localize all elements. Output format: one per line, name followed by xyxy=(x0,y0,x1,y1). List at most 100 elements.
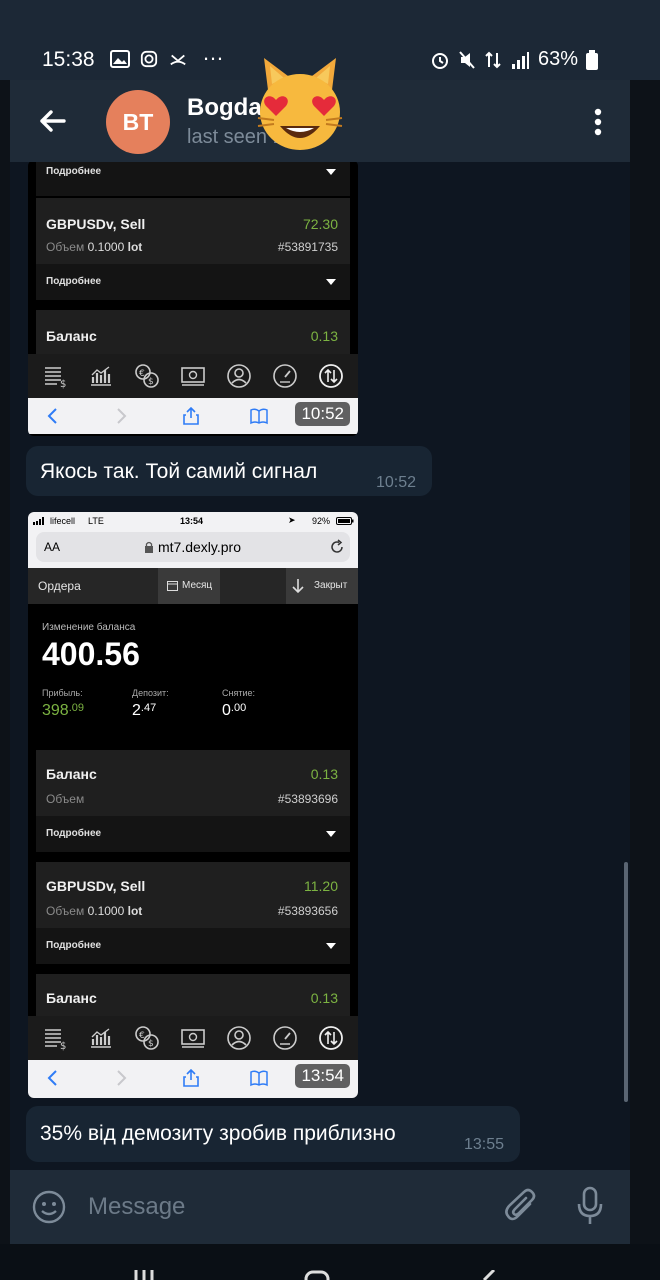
app-tab-bar: $ € $ xyxy=(28,1016,358,1060)
chevron-down-icon xyxy=(326,279,336,285)
status-notification-icons xyxy=(110,50,188,68)
volume-value: 0.1000 xyxy=(87,240,125,254)
deposit-label: Депозит: xyxy=(132,688,169,698)
account-icon[interactable] xyxy=(226,363,252,389)
emoji-icon[interactable] xyxy=(32,1190,66,1224)
speedometer-icon[interactable] xyxy=(272,363,298,389)
trade-card[interactable]: GBPUSDv, Sell 72.30 Объем 0.1000 lot #53… xyxy=(36,198,350,264)
chart-icon[interactable] xyxy=(88,363,114,389)
back-nav-icon[interactable] xyxy=(478,1270,498,1280)
details-label: Подробнее xyxy=(46,828,102,839)
reload-icon[interactable] xyxy=(330,539,344,554)
more-options-icon[interactable] xyxy=(594,108,602,136)
recent-apps-icon[interactable] xyxy=(132,1270,156,1280)
browser-forward-icon[interactable] xyxy=(112,1069,130,1087)
app-tab-bar: $ € $ xyxy=(28,354,358,398)
missed-call-icon xyxy=(170,54,186,66)
trade-id: #53893696 xyxy=(277,792,338,806)
balance-card[interactable]: Баланс 0.13 Объем #53893696 xyxy=(36,750,350,816)
ios-status-bar: lifecell LTE 13:54 ➤ 92% xyxy=(28,512,358,530)
chevron-down-icon xyxy=(326,169,336,175)
browser-back-icon[interactable] xyxy=(44,1069,62,1087)
cash-icon[interactable] xyxy=(180,363,206,389)
svg-text:$: $ xyxy=(60,379,66,389)
balance-value: 0.13 xyxy=(310,766,338,782)
attach-icon[interactable] xyxy=(504,1188,538,1226)
profit-value: 398.09 xyxy=(42,702,84,720)
details-row[interactable]: Подробнее xyxy=(36,816,350,852)
back-arrow-icon[interactable] xyxy=(36,104,70,138)
cash-icon[interactable] xyxy=(180,1025,206,1051)
trade-id: #53893656 xyxy=(277,904,338,918)
transfer-arrows-icon[interactable] xyxy=(318,1025,344,1051)
balance-card[interactable]: Баланс 0.13 xyxy=(36,974,350,1018)
balance-value: 0.13 xyxy=(310,990,338,1006)
quotes-list-icon[interactable]: $ xyxy=(42,363,68,389)
status-time: 15:38 xyxy=(42,48,95,71)
volume-unit: lot xyxy=(127,240,143,254)
mute-icon xyxy=(459,50,475,69)
scrollbar-thumb[interactable] xyxy=(624,862,628,1102)
volume-unit: lot xyxy=(127,904,143,918)
bookmarks-icon[interactable] xyxy=(250,1069,268,1087)
carrier-name: lifecell xyxy=(50,516,76,526)
signal-icon xyxy=(511,51,529,69)
system-navigation-bar xyxy=(0,1244,660,1280)
url-field[interactable]: AA mt7.dexly.pro xyxy=(36,532,350,562)
trade-card[interactable]: GBPUSDv, Sell 11.20 Объем 0.1000 lot #53… xyxy=(36,862,350,928)
message-input[interactable]: Message xyxy=(88,1193,185,1221)
browser-forward-icon[interactable] xyxy=(112,407,130,425)
period-label: Месяц xyxy=(182,580,213,591)
svg-text:$: $ xyxy=(148,377,154,387)
account-icon[interactable] xyxy=(226,1025,252,1051)
withdrawal-value: 0.00 xyxy=(222,702,246,720)
svg-text:€: € xyxy=(139,369,145,379)
message-text: Якось так. Той самий сигнал xyxy=(40,460,318,483)
trade-symbol: GBPUSDv, Sell xyxy=(46,878,146,894)
balance-title: Баланс xyxy=(46,766,97,782)
details-row[interactable]: Подробнее xyxy=(36,264,350,300)
message-time: 10:52 xyxy=(295,402,350,426)
closed-filter-button[interactable]: Закрыт xyxy=(286,568,358,604)
details-row[interactable]: Подробнее xyxy=(36,928,350,964)
share-icon[interactable] xyxy=(182,407,200,425)
exchange-icon[interactable]: €$ xyxy=(134,363,160,389)
message-text: 35% від демозиту зробив приблизно xyxy=(40,1122,396,1145)
period-filter-button[interactable]: Месяц xyxy=(158,568,220,604)
message-bubble-2[interactable]: 35% від демозиту зробив приблизно 13:55 xyxy=(26,1106,520,1162)
ios-time: 13:54 xyxy=(180,516,204,526)
quotes-list-icon[interactable]: $ xyxy=(42,1025,68,1051)
share-icon[interactable] xyxy=(182,1069,200,1087)
details-label: Подробнее xyxy=(46,276,102,287)
chat-messages[interactable]: Подробнее GBPUSDv, Sell 72.30 Объем 0.10… xyxy=(10,162,630,1170)
details-row[interactable]: Подробнее xyxy=(36,162,350,196)
exchange-icon[interactable]: €$ xyxy=(134,1025,160,1051)
message-composer: Message xyxy=(10,1170,630,1244)
reader-aa-button[interactable]: AA xyxy=(44,540,60,554)
heart-eyes-cat-emoji-icon xyxy=(257,58,343,150)
browser-back-icon[interactable] xyxy=(44,407,62,425)
status-more-dots: … xyxy=(202,40,226,65)
transfer-arrows-icon[interactable] xyxy=(318,363,344,389)
chart-icon[interactable] xyxy=(88,1025,114,1051)
browser-toolbar: 10:52 xyxy=(28,398,358,434)
volume-label: Объем xyxy=(46,240,85,254)
avatar[interactable]: BT xyxy=(106,90,170,154)
balance-change-value: 400.56 xyxy=(42,636,140,672)
balance-card[interactable]: Баланс 0.13 xyxy=(36,310,350,354)
speedometer-icon[interactable] xyxy=(272,1025,298,1051)
home-icon[interactable] xyxy=(304,1270,330,1280)
deposit-main: 2 xyxy=(132,702,141,719)
svg-text:€: € xyxy=(139,1031,145,1041)
location-icon: ➤ xyxy=(288,515,296,525)
balance-value: 0.13 xyxy=(310,328,338,344)
message-bubble-1[interactable]: Якось так. Той самий сигнал 10:52 xyxy=(26,446,432,496)
calendar-icon xyxy=(167,581,178,591)
message-time: 10:52 xyxy=(376,474,417,491)
alarm-icon xyxy=(431,52,448,69)
image-message-2[interactable]: lifecell LTE 13:54 ➤ 92% AA mt7.dexly.pr… xyxy=(28,512,358,1098)
data-transfer-icon xyxy=(485,51,501,68)
image-message-1[interactable]: Подробнее GBPUSDv, Sell 72.30 Объем 0.10… xyxy=(28,162,358,436)
microphone-icon[interactable] xyxy=(576,1186,604,1226)
bookmarks-icon[interactable] xyxy=(250,407,268,425)
